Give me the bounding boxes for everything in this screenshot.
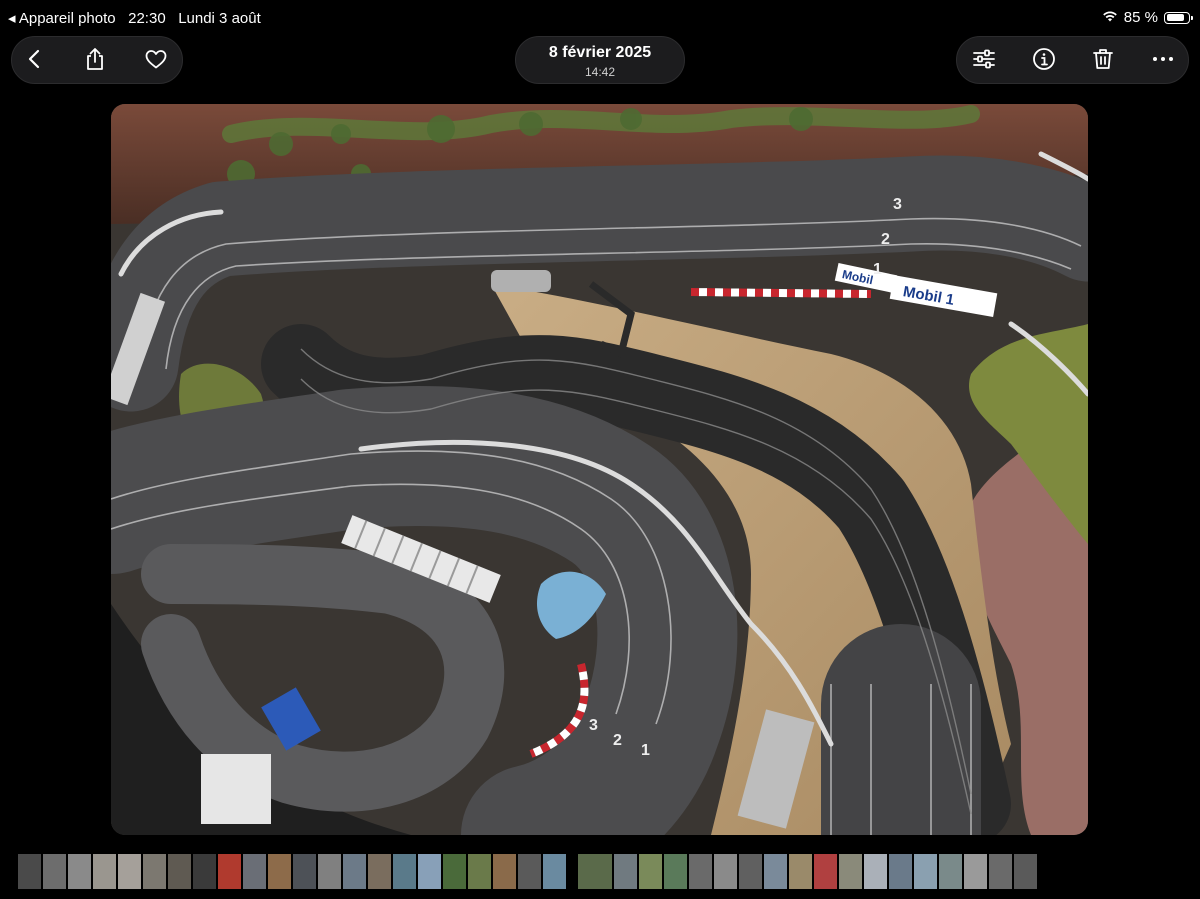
status-time: 22:30	[128, 9, 166, 27]
thumbnail[interactable]	[739, 854, 762, 889]
thumbnail[interactable]	[43, 854, 66, 889]
status-left[interactable]: ◂ Appareil photo 22:30 Lundi 3 août	[8, 9, 261, 28]
info-icon	[1032, 47, 1056, 76]
thumbnail[interactable]	[714, 854, 737, 889]
thumbnail[interactable]	[1014, 854, 1037, 889]
thumbnail[interactable]	[68, 854, 91, 889]
thumbnail[interactable]	[789, 854, 812, 889]
battery-icon	[1164, 11, 1193, 24]
sliders-icon	[972, 47, 996, 76]
thumbnail[interactable]	[889, 854, 912, 889]
photo-viewer[interactable]: Mobil 1 Mobil 3 2 1 3 2 1	[111, 104, 1088, 835]
thumbnail[interactable]	[118, 854, 141, 889]
thumbnail[interactable]	[318, 854, 341, 889]
back-to-app-link[interactable]: ◂ Appareil photo	[8, 9, 116, 27]
thumbnail[interactable]	[468, 854, 491, 889]
ellipsis-icon	[1151, 47, 1175, 76]
share-button[interactable]	[79, 45, 111, 77]
thumbnail[interactable]	[814, 854, 837, 889]
status-right: 85 %	[1102, 9, 1193, 26]
info-button[interactable]	[1028, 45, 1060, 77]
thumbnail[interactable]	[939, 854, 962, 889]
thumbnail-strip[interactable]	[0, 854, 1200, 889]
thumbnail[interactable]	[443, 854, 466, 889]
heart-icon	[144, 47, 168, 76]
thumbnail[interactable]	[493, 854, 516, 889]
photo-time: 14:42	[584, 65, 616, 79]
trash-icon	[1091, 47, 1115, 76]
photo-date-pill: 8 février 2025 14:42	[515, 36, 685, 84]
thumbnail[interactable]	[343, 854, 366, 889]
status-date: Lundi 3 août	[178, 9, 261, 27]
more-button[interactable]	[1147, 45, 1179, 77]
favorite-button[interactable]	[140, 45, 172, 77]
delete-button[interactable]	[1087, 45, 1119, 77]
thumbnail[interactable]	[268, 854, 291, 889]
svg-text:1: 1	[873, 261, 882, 278]
chevron-left-icon	[23, 47, 47, 76]
adjust-button[interactable]	[968, 45, 1000, 77]
thumbnail[interactable]	[664, 854, 687, 889]
svg-text:2: 2	[613, 732, 622, 749]
thumbnail[interactable]	[914, 854, 937, 889]
thumbnail[interactable]	[143, 854, 166, 889]
thumbnail[interactable]	[689, 854, 712, 889]
thumbnail[interactable]	[989, 854, 1012, 889]
thumbnail[interactable]	[578, 854, 612, 889]
thumbnail[interactable]	[864, 854, 887, 889]
thumbnail[interactable]	[518, 854, 541, 889]
svg-text:3: 3	[893, 196, 902, 213]
thumbnail[interactable]	[18, 854, 41, 889]
thumbnail[interactable]	[168, 854, 191, 889]
thumbnail[interactable]	[839, 854, 862, 889]
thumbnail[interactable]	[418, 854, 441, 889]
svg-text:2: 2	[881, 231, 890, 248]
share-icon	[83, 47, 107, 76]
thumbnail[interactable]	[193, 854, 216, 889]
thumbnail[interactable]	[964, 854, 987, 889]
battery-percent: 85 %	[1123, 9, 1158, 26]
svg-text:3: 3	[589, 717, 598, 734]
thumbnail[interactable]	[764, 854, 787, 889]
thumbnail[interactable]	[543, 854, 566, 889]
thumbnail[interactable]	[639, 854, 662, 889]
slot-car-track-photo: Mobil 1 Mobil 3 2 1 3 2 1	[111, 104, 1088, 835]
thumbnail[interactable]	[614, 854, 637, 889]
thumbnail[interactable]	[243, 854, 266, 889]
thumbnail[interactable]	[293, 854, 316, 889]
wifi-icon	[1102, 9, 1118, 26]
toolbar-right	[956, 36, 1189, 84]
thumbnail[interactable]	[93, 854, 116, 889]
thumbnail[interactable]	[393, 854, 416, 889]
svg-text:1: 1	[641, 742, 650, 759]
photo-date: 8 février 2025	[548, 44, 652, 61]
back-button[interactable]	[19, 45, 51, 77]
thumbnail[interactable]	[218, 854, 241, 889]
thumbnail[interactable]	[368, 854, 391, 889]
toolbar-left	[11, 36, 183, 84]
status-bar: ◂ Appareil photo 22:30 Lundi 3 août 85 %	[0, 0, 1200, 34]
